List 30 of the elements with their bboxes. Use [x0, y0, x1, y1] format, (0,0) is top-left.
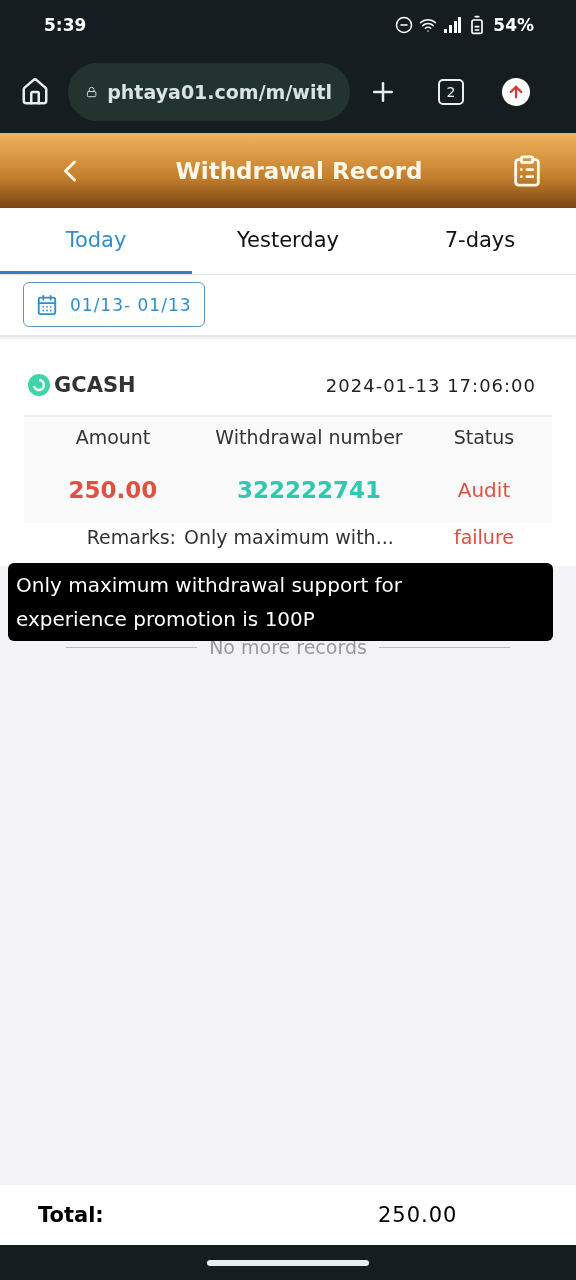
remarks-text: Only maximum with... [183, 526, 395, 548]
address-bar[interactable]: phtaya01.com/m/witl [68, 62, 350, 121]
column-header: Withdrawal number [214, 425, 404, 450]
record-datetime: 2024-01-13 17:06:00 [325, 374, 536, 396]
date-range-button[interactable]: 01/13- 01/13 [23, 282, 205, 327]
home-icon[interactable] [20, 76, 50, 107]
remarks-tooltip: Only maximum withdrawal support for experience promotion is 100P [8, 563, 553, 641]
payment-method: GCASH [54, 373, 136, 397]
calendar-icon [36, 293, 58, 316]
total-label: Total: [38, 1203, 105, 1227]
column-header: Status [452, 425, 516, 450]
home-handle[interactable] [207, 1259, 369, 1266]
do-not-disturb-icon [395, 16, 414, 34]
withdrawal-number: 322222741 [236, 476, 382, 505]
status-value: Audit [456, 477, 512, 504]
status-detail: failure [453, 526, 515, 548]
battery-percent: 54% [493, 15, 534, 35]
total-value: 250.00 [378, 1203, 458, 1227]
page-title: Withdrawal Record [175, 157, 423, 184]
signal-icon [443, 17, 462, 33]
tab[interactable]: Yesterday [192, 208, 384, 274]
wifi-icon [419, 16, 438, 34]
update-icon[interactable] [502, 77, 530, 106]
wallet-logo-icon [28, 374, 50, 396]
remarks-label: Remarks: [85, 526, 176, 548]
column-header: Amount [74, 425, 152, 450]
amount-value: 250.00 [67, 476, 159, 505]
clock: 5:39 [44, 15, 87, 35]
tab-count-button[interactable]: 2 [438, 78, 464, 105]
tab[interactable]: 7-days [384, 208, 576, 274]
